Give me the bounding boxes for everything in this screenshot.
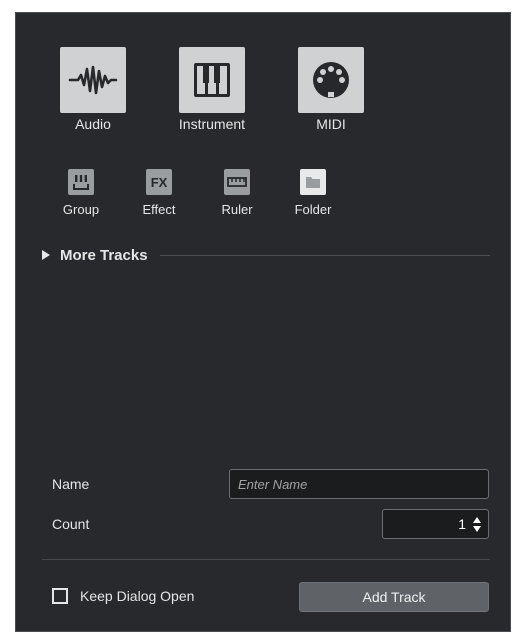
count-stepper[interactable]: 1 (382, 509, 489, 539)
track-type-label: Instrument (178, 116, 246, 132)
name-label: Name (52, 476, 90, 492)
folder-icon (300, 169, 326, 195)
track-type-effect-button[interactable]: FX Effect (124, 169, 194, 218)
keep-dialog-open-label: Keep Dialog Open (80, 588, 195, 604)
midi-connector-icon (298, 47, 364, 113)
track-type-audio-button[interactable]: Audio (38, 47, 148, 133)
track-type-label: Folder (294, 202, 332, 217)
count-label: Count (52, 516, 90, 532)
track-type-ruler-button[interactable]: Ruler (202, 169, 272, 218)
footer-divider (42, 559, 490, 560)
count-value: 1 (458, 516, 466, 532)
name-input[interactable] (229, 469, 489, 499)
track-type-group-button[interactable]: Group (46, 169, 116, 218)
track-type-label: Ruler (221, 202, 253, 217)
section-divider (159, 254, 490, 256)
audio-waveform-icon (60, 47, 126, 113)
up-down-arrows-icon[interactable] (472, 514, 482, 534)
more-tracks-label: More Tracks (60, 246, 148, 264)
track-type-midi-button[interactable]: MIDI (276, 47, 386, 133)
arrow-down-icon[interactable] (473, 525, 481, 532)
track-type-label: Effect (142, 202, 176, 217)
track-type-folder-button[interactable]: Folder (278, 169, 348, 218)
add-track-dialog: Audio Instrument MIDI Group FX Effect Ru… (15, 12, 511, 632)
track-type-label: Audio (75, 116, 111, 132)
track-type-label: MIDI (316, 116, 346, 132)
triangle-right-icon (42, 250, 50, 260)
keep-dialog-open-checkbox[interactable]: Keep Dialog Open (52, 588, 194, 604)
add-track-button[interactable]: Add Track (299, 582, 489, 612)
fx-icon-text: FX (150, 174, 168, 190)
ruler-icon (224, 169, 250, 195)
checkbox-box[interactable] (52, 588, 68, 604)
piano-keys-icon (179, 47, 245, 113)
track-type-instrument-button[interactable]: Instrument (157, 47, 267, 133)
group-fader-icon (68, 169, 94, 195)
fx-icon: FX (146, 169, 172, 195)
track-type-label: Group (62, 202, 100, 217)
more-tracks-toggle[interactable]: More Tracks (42, 245, 490, 265)
arrow-up-icon[interactable] (473, 516, 481, 523)
